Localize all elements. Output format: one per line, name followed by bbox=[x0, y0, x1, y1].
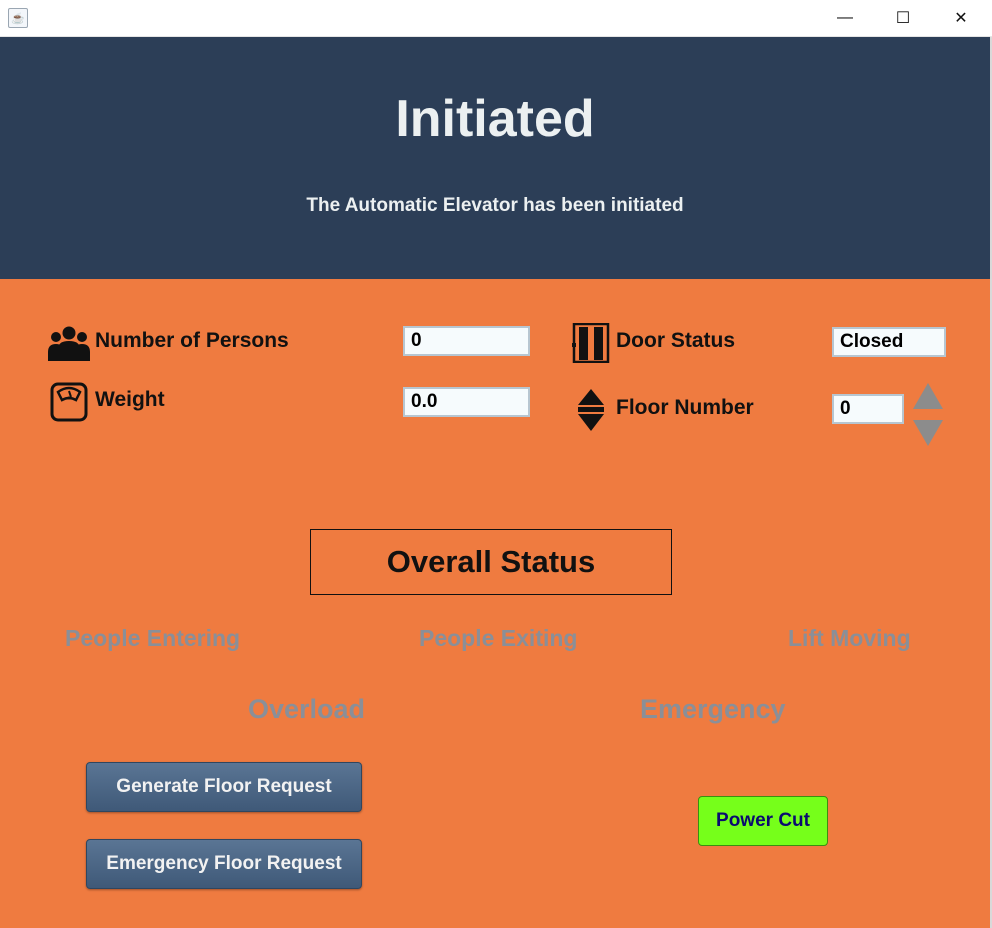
floor-up-arrow[interactable] bbox=[913, 383, 943, 409]
emergency-floor-request-button[interactable]: Emergency Floor Request bbox=[86, 839, 362, 889]
status-lift-moving: Lift Moving bbox=[788, 625, 911, 651]
weight-label: Weight bbox=[95, 388, 165, 411]
minimize-button[interactable]: — bbox=[816, 0, 874, 36]
status-overload: Overload bbox=[248, 694, 366, 724]
power-cut-button[interactable]: Power Cut bbox=[698, 796, 828, 846]
persons-label: Number of Persons bbox=[95, 329, 289, 352]
floor-down-arrow[interactable] bbox=[913, 420, 943, 446]
door-status-field[interactable]: Closed bbox=[832, 327, 946, 357]
page-subtitle: The Automatic Elevator has been initiate… bbox=[306, 195, 684, 216]
status-emergency: Emergency bbox=[640, 694, 786, 724]
overall-status-title: Overall Status bbox=[310, 529, 672, 595]
status-people-entering: People Entering bbox=[65, 625, 241, 651]
close-button[interactable]: ✕ bbox=[932, 0, 990, 36]
scale-icon bbox=[50, 382, 88, 422]
up-down-arrows-icon bbox=[578, 389, 604, 431]
header-panel: Initiated The Automatic Elevator has bee… bbox=[0, 37, 990, 279]
maximize-button[interactable]: ☐ bbox=[874, 0, 932, 36]
people-group-icon bbox=[48, 326, 90, 361]
window-titlebar: ☕ — ☐ ✕ bbox=[0, 0, 992, 37]
floor-number-label: Floor Number bbox=[616, 396, 754, 419]
floor-number-field[interactable]: 0 bbox=[832, 394, 904, 424]
weight-field[interactable]: 0.0 bbox=[403, 387, 530, 417]
java-cup-icon: ☕ bbox=[8, 8, 28, 28]
status-people-exiting: People Exiting bbox=[419, 625, 578, 651]
persons-field[interactable]: 0 bbox=[403, 326, 530, 356]
door-icon bbox=[572, 323, 610, 363]
generate-floor-request-button[interactable]: Generate Floor Request bbox=[86, 762, 362, 812]
page-title: Initiated bbox=[395, 90, 595, 148]
door-status-label: Door Status bbox=[616, 329, 736, 352]
main-panel: Number of Persons 0 Weight 0.0 Door Stat… bbox=[0, 279, 990, 928]
